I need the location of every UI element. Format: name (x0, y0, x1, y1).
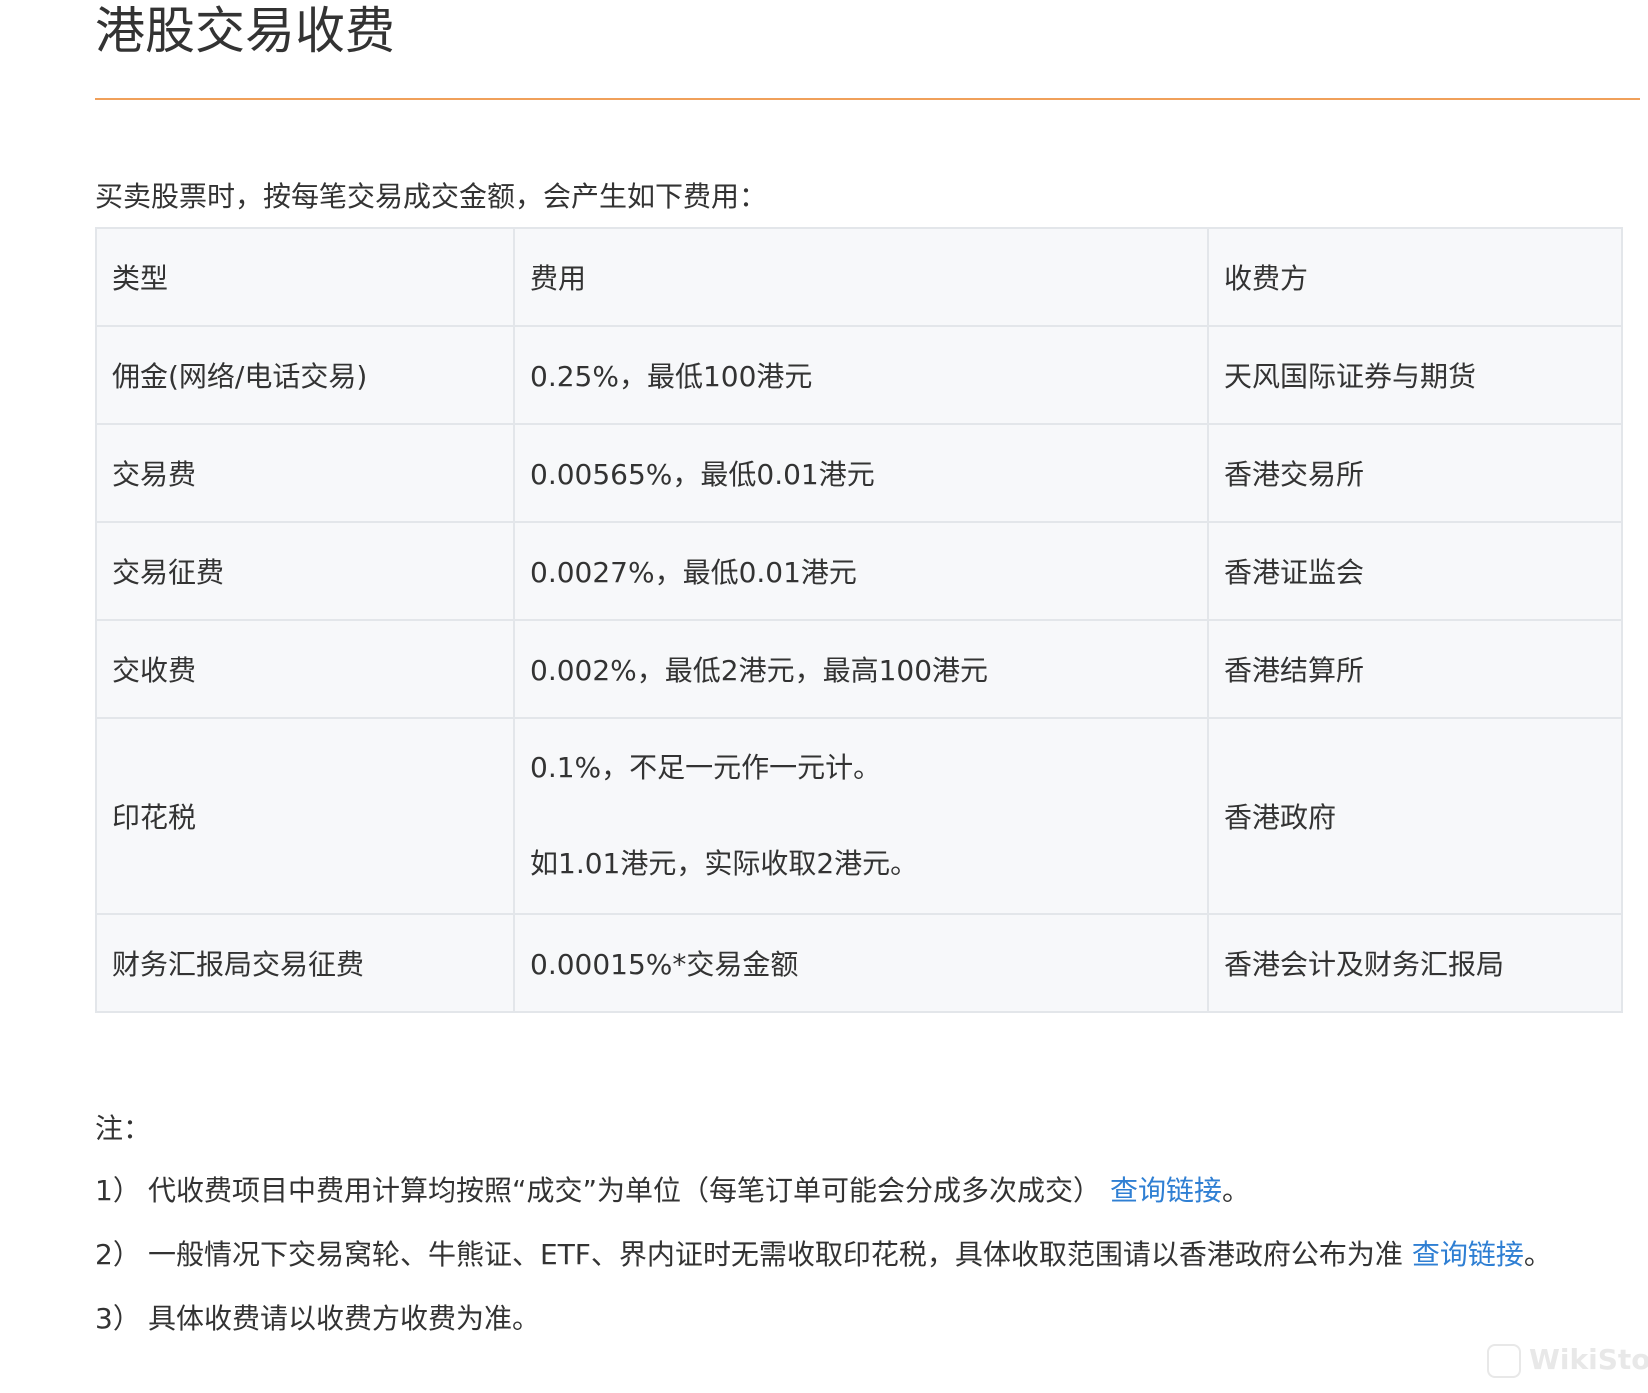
cell-fee: 0.00565%，最低0.01港元 (513, 423, 1209, 523)
wikistock-logo-icon (1487, 1344, 1521, 1378)
cell-fee: 0.25%，最低100港元 (513, 325, 1209, 425)
query-link[interactable]: 查询链接 (1110, 1174, 1222, 1207)
table-row: 交易费 0.00565%，最低0.01港元 香港交易所 (95, 423, 1623, 523)
cell-collector: 香港会计及财务汇报局 (1207, 913, 1623, 1013)
table-row: 交收费 0.002%，最低2港元，最高100港元 香港结算所 (95, 619, 1623, 719)
cell-type: 印花税 (95, 717, 515, 915)
cell-fee: 0.00015%*交易金额 (513, 913, 1209, 1013)
fee-line: 如1.01港元，实际收取2港元。 (530, 847, 919, 880)
cell-fee: 0.0027%，最低0.01港元 (513, 521, 1209, 621)
cell-type: 佣金(网络/电话交易) (95, 325, 515, 425)
title-divider (95, 98, 1640, 100)
cell-collector: 香港交易所 (1207, 423, 1623, 523)
header-type: 类型 (95, 227, 515, 327)
intro-text: 买卖股票时，按每笔交易成交金额，会产生如下费用： (95, 180, 768, 213)
note-text: 具体收费请以收费方收费为准。 (148, 1302, 541, 1335)
fee-table: 类型 费用 收费方 佣金(网络/电话交易) 0.25%，最低100港元 天风国际… (95, 227, 1623, 1013)
table-row: 交易征费 0.0027%，最低0.01港元 香港证监会 (95, 521, 1623, 621)
note-end: 。 (1221, 1174, 1250, 1207)
cell-collector: 香港政府 (1207, 717, 1623, 915)
table-row: 佣金(网络/电话交易) 0.25%，最低100港元 天风国际证券与期货 (95, 325, 1623, 425)
fee-line: 0.1%，不足一元作一元计。 (530, 751, 882, 784)
cell-type: 交易征费 (95, 521, 515, 621)
query-link[interactable]: 查询链接 (1412, 1238, 1524, 1271)
cell-collector: 香港证监会 (1207, 521, 1623, 621)
note-end: 。 (1523, 1238, 1552, 1271)
note-item: 1） 代收费项目中费用计算均按照“成交”为单位（每笔订单可能会分成多次成交） 查询… (95, 1172, 1250, 1210)
watermark: WikiStock (1487, 1340, 1648, 1380)
notes-label: 注： (95, 1112, 152, 1145)
note-number: 2） (95, 1238, 141, 1271)
cell-type: 交收费 (95, 619, 515, 719)
table-row: 财务汇报局交易征费 0.00015%*交易金额 香港会计及财务汇报局 (95, 913, 1623, 1013)
cell-collector: 天风国际证券与期货 (1207, 325, 1623, 425)
header-collector: 收费方 (1207, 227, 1623, 327)
cell-type: 交易费 (95, 423, 515, 523)
note-number: 3） (95, 1302, 141, 1335)
watermark-text: WikiStock (1529, 1343, 1648, 1376)
cell-type: 财务汇报局交易征费 (95, 913, 515, 1013)
note-number: 1） (95, 1174, 141, 1207)
cell-collector: 香港结算所 (1207, 619, 1623, 719)
cell-fee: 0.1%，不足一元作一元计。 如1.01港元，实际收取2港元。 (513, 717, 1209, 915)
table-header-row: 类型 费用 收费方 (95, 227, 1623, 327)
note-item: 3） 具体收费请以收费方收费为准。 (95, 1300, 540, 1338)
cell-fee: 0.002%，最低2港元，最高100港元 (513, 619, 1209, 719)
table-row: 印花税 0.1%，不足一元作一元计。 如1.01港元，实际收取2港元。 香港政府 (95, 717, 1623, 915)
note-text: 一般情况下交易窝轮、牛熊证、ETF、界内证时无需收取印花税，具体收取范围请以香港… (148, 1238, 1403, 1271)
note-text: 代收费项目中费用计算均按照“成交”为单位（每笔订单可能会分成多次成交） (148, 1174, 1102, 1207)
note-item: 2） 一般情况下交易窝轮、牛熊证、ETF、界内证时无需收取印花税，具体收取范围请以… (95, 1236, 1552, 1274)
header-fee: 费用 (513, 227, 1209, 327)
page-title: 港股交易收费 (95, 2, 395, 60)
